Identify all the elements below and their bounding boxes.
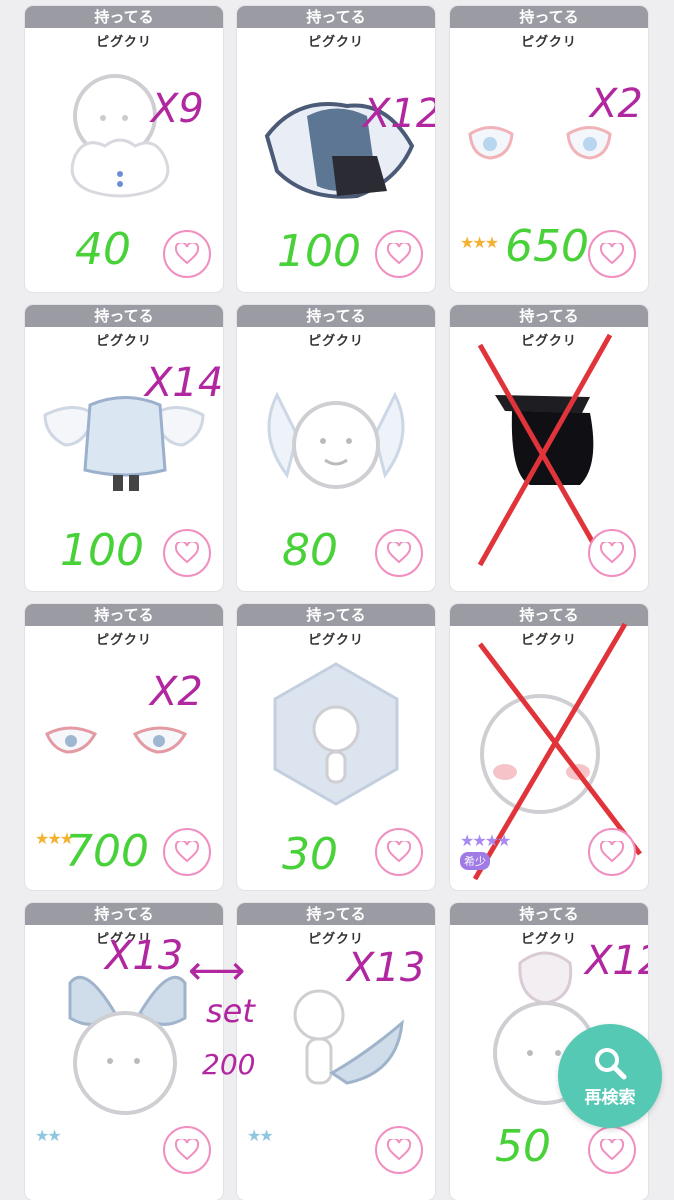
favorite-button[interactable] [163, 529, 211, 577]
handwritten-price: 80 [282, 525, 338, 576]
rarity-stars: ★★ [35, 1126, 62, 1145]
handwritten-count: X12 [585, 938, 648, 984]
item-card[interactable]: 持ってる ピグクリ X9 40 [25, 6, 223, 292]
handwritten-count: X13 [347, 945, 426, 991]
favorite-button[interactable] [375, 1126, 423, 1174]
search-icon [595, 1047, 627, 1079]
item-card[interactable]: 持ってる ピグクリ ★★ X13 [237, 903, 435, 1200]
handwritten-price: 30 [282, 829, 338, 880]
handwritten-price: 700 [65, 826, 149, 877]
favorite-button[interactable] [588, 828, 636, 876]
handwritten-count: X2 [590, 81, 643, 127]
heart-icon [600, 243, 624, 265]
item-card[interactable]: 持ってる ピグクリ 30 [237, 604, 435, 890]
favorite-button[interactable] [375, 230, 423, 278]
favorite-button[interactable] [375, 828, 423, 876]
item-card[interactable]: 持ってる ピグクリ ★★★ X2 700 [25, 604, 223, 890]
handwritten-count: X12 [363, 91, 435, 137]
heart-icon [175, 841, 199, 863]
favorite-button[interactable] [163, 230, 211, 278]
research-label: 再検索 [584, 1087, 636, 1108]
favorite-button[interactable] [163, 828, 211, 876]
rarity-stars: ★★★ [460, 233, 499, 252]
heart-icon [600, 1139, 624, 1161]
rarity-stars: ★★★★ [460, 831, 511, 850]
favorite-button[interactable] [588, 230, 636, 278]
item-card[interactable]: 持ってる ピグクリ ★★★★ 希少 [450, 604, 648, 890]
heart-icon [600, 542, 624, 564]
handwritten-count: X2 [150, 669, 203, 715]
heart-icon [175, 542, 199, 564]
item-card[interactable]: 持ってる ピグクリ [450, 305, 648, 591]
heart-icon [175, 1139, 199, 1161]
research-button[interactable]: 再検索 [558, 1024, 662, 1128]
rare-badge: 希少 [460, 852, 490, 870]
handwritten-price: 650 [505, 221, 589, 272]
favorite-button[interactable] [375, 529, 423, 577]
heart-icon [387, 841, 411, 863]
heart-icon [387, 243, 411, 265]
handwritten-count: X13 [105, 933, 184, 979]
favorite-button[interactable] [588, 1126, 636, 1174]
item-card[interactable]: 持ってる ピグクリ 80 [237, 305, 435, 591]
heart-icon [387, 542, 411, 564]
item-grid: 持ってる ピグクリ X9 40 持ってる ピグクリ X12 100 持ってる ピ… [0, 0, 674, 1200]
item-card[interactable]: 持ってる ピグクリ ★★ X13 [25, 903, 223, 1200]
heart-icon [387, 1139, 411, 1161]
handwritten-count: X14 [145, 360, 223, 406]
item-card[interactable]: 持ってる ピグクリ X14 100 [25, 305, 223, 591]
heart-icon [175, 243, 199, 265]
handwritten-price: 100 [277, 226, 361, 277]
heart-icon [600, 841, 624, 863]
rarity-stars: ★★ [247, 1126, 274, 1145]
item-card[interactable]: 持ってる ピグクリ ★★★ X2 650 [450, 6, 648, 292]
favorite-button[interactable] [163, 1126, 211, 1174]
handwritten-price: 40 [75, 224, 131, 275]
handwritten-price: 50 [495, 1121, 551, 1172]
item-card[interactable]: 持ってる ピグクリ X12 100 [237, 6, 435, 292]
handwritten-price: 100 [60, 525, 144, 576]
handwritten-count: X9 [151, 86, 204, 132]
favorite-button[interactable] [588, 529, 636, 577]
